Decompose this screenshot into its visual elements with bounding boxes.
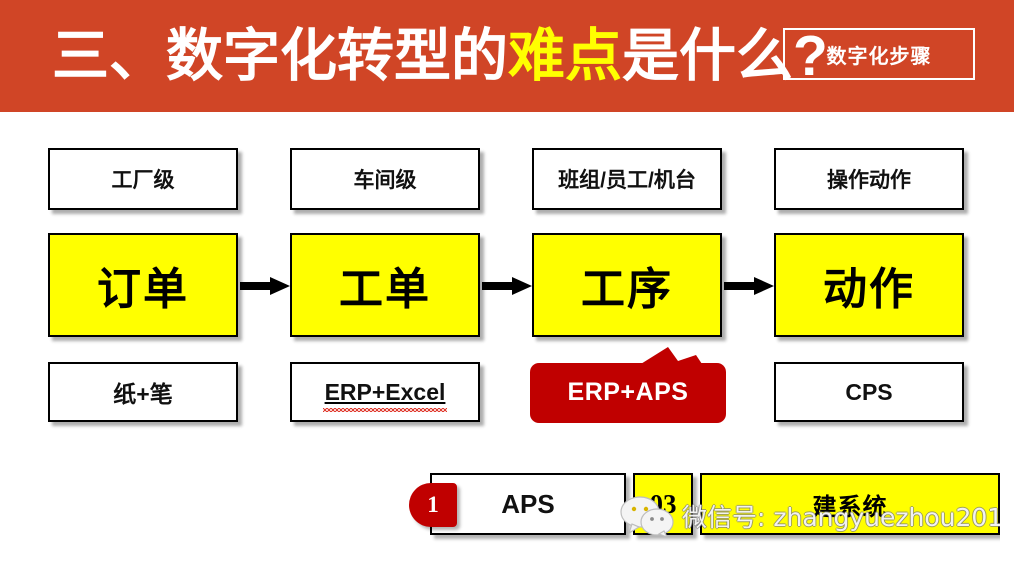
level-label: 车间级	[353, 169, 417, 192]
level-label: 工厂级	[111, 169, 175, 192]
arrow-right-icon	[482, 277, 532, 295]
tool-label: 纸+笔	[113, 381, 173, 407]
footer-system-box: 建系统	[700, 473, 1000, 535]
stage-label: 工序	[581, 265, 673, 314]
footer-badge-label: 1	[427, 492, 439, 517]
slide-canvas: 三、数字化转型的难点是什么? 数字化步骤 工厂级 车间级 班组/员工/机台 操作…	[0, 0, 1014, 571]
footer-aps-box: APS	[430, 473, 626, 535]
stage-box-action: 动作	[774, 233, 964, 337]
stage-label: 工单	[339, 265, 431, 314]
level-box-team: 班组/员工/机台	[532, 148, 722, 210]
tool-label: CPS	[845, 378, 893, 405]
page-title-highlight: 难点	[508, 24, 622, 88]
tool-box-paper-pen: 纸+笔	[48, 362, 238, 422]
footer-number-badge: 1	[409, 483, 457, 527]
stage-label: 动作	[823, 265, 915, 314]
level-box-factory: 工厂级	[48, 148, 238, 210]
page-title: 三、数字化转型的难点是什么?	[52, 20, 828, 92]
right-gutter	[1000, 112, 1014, 571]
level-label: 班组/员工/机台	[558, 169, 696, 192]
header-bar: 三、数字化转型的难点是什么? 数字化步骤	[0, 0, 1014, 112]
tool-box-erp-excel: ERP+Excel	[290, 362, 480, 422]
level-label: 操作动作	[827, 169, 911, 192]
level-box-workshop: 车间级	[290, 148, 480, 210]
arrow-right-icon	[724, 277, 774, 295]
tool-box-cps: CPS	[774, 362, 964, 422]
page-title-prefix: 三、数字化转型的	[52, 24, 508, 88]
stage-box-process: 工序	[532, 233, 722, 337]
stage-label: 订单	[97, 265, 189, 314]
tool-box-erp-aps	[528, 347, 728, 425]
step-badge[interactable]: 数字化步骤	[783, 28, 975, 80]
stage-box-order: 订单	[48, 233, 238, 337]
footer-step-number: 03	[649, 488, 677, 519]
footer-step-number-box: 03	[633, 473, 693, 535]
step-badge-label: 数字化步骤	[826, 45, 932, 68]
arrow-right-icon	[240, 277, 290, 295]
stage-box-workorder: 工单	[290, 233, 480, 337]
footer-system-label: 建系统	[812, 493, 888, 521]
footer-aps-label: APS	[501, 488, 555, 519]
tool-label: ERP+Excel	[322, 378, 448, 412]
level-box-operation: 操作动作	[774, 148, 964, 210]
